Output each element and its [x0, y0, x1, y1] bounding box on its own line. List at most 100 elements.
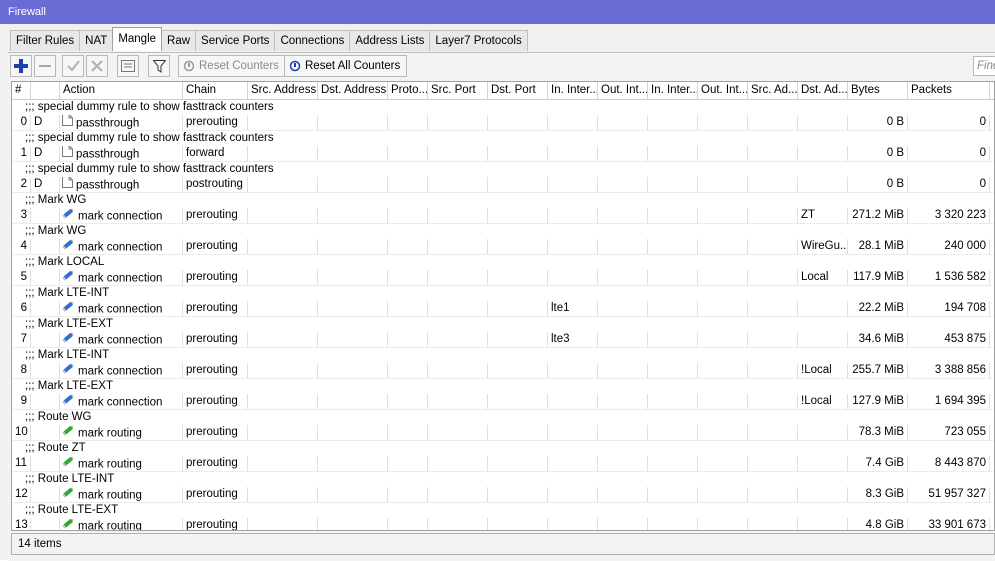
- cell-empty: [388, 301, 428, 316]
- cell-empty: [388, 518, 428, 530]
- cell-empty: [648, 146, 698, 161]
- cell-empty: [488, 363, 548, 378]
- col-header-src-address[interactable]: Src. Address: [248, 82, 318, 99]
- cell-in-interface: [548, 270, 598, 285]
- cell-empty: [698, 487, 748, 502]
- disable-button[interactable]: [86, 55, 108, 77]
- table-row[interactable]: 10 mark routing prerouting 78.3 MiB 723 055: [12, 425, 994, 441]
- remove-button[interactable]: [34, 55, 56, 77]
- cell-in-interface: [548, 425, 598, 440]
- rule-comment[interactable]: ;;; Route LTE-EXT: [12, 503, 994, 518]
- cell-empty: [318, 332, 388, 347]
- col-header-in-interface-list[interactable]: In. Inter...: [648, 82, 698, 99]
- cell-empty: [428, 487, 488, 502]
- col-header-src-address-list[interactable]: Src. Ad...: [748, 82, 798, 99]
- col-header-src-port[interactable]: Src. Port: [428, 82, 488, 99]
- table-row[interactable]: 3 mark connection prerouting ZT 271.2 MiB 3 3…: [12, 208, 994, 224]
- cell-bytes: 78.3 MiB: [848, 425, 908, 440]
- col-header-in-interface[interactable]: In. Inter...: [548, 82, 598, 99]
- add-button[interactable]: [10, 55, 32, 77]
- tab-mangle[interactable]: Mangle: [112, 27, 163, 51]
- cell-packets: 33 901 673: [908, 518, 990, 530]
- table-row[interactable]: 5 mark connection prerouting Local 117.9 MiB…: [12, 270, 994, 286]
- table-row[interactable]: 11 mark routing prerouting 7.4 GiB 8 443 870: [12, 456, 994, 472]
- cell-empty: [598, 363, 648, 378]
- filter-button[interactable]: [148, 55, 170, 77]
- cell-num: 3: [12, 208, 31, 223]
- cell-empty: [488, 425, 548, 440]
- tab-raw[interactable]: Raw: [161, 30, 197, 51]
- rule-comment[interactable]: ;;; special dummy rule to show fasttrack…: [12, 162, 994, 177]
- table-row[interactable]: 2 Dpassthrough postrouting 0 B0: [12, 177, 994, 193]
- cell-empty: [318, 425, 388, 440]
- rule-comment[interactable]: ;;; Mark WG: [12, 193, 994, 208]
- tab-nat[interactable]: NAT: [79, 30, 114, 51]
- cell-empty: [598, 332, 648, 347]
- col-header-chain[interactable]: Chain: [183, 82, 248, 99]
- col-header-dst-address[interactable]: Dst. Address: [318, 82, 388, 99]
- rule-comment[interactable]: ;;; Route ZT: [12, 441, 994, 456]
- table-row[interactable]: 7 mark connection prerouting lte3 34.6 MiB 45…: [12, 332, 994, 348]
- table-row[interactable]: 1 Dpassthrough forward 0 B0: [12, 146, 994, 162]
- cell-in-interface: [548, 177, 598, 192]
- tab-address-lists[interactable]: Address Lists: [349, 30, 431, 51]
- cell-empty: [388, 394, 428, 409]
- cell-empty: [698, 425, 748, 440]
- col-header-protocol[interactable]: Proto...: [388, 82, 428, 99]
- rule-comment[interactable]: ;;; Mark LTE-EXT: [12, 379, 994, 394]
- find-input[interactable]: Find: [973, 56, 995, 76]
- rule-comment[interactable]: ;;; Mark LOCAL: [12, 255, 994, 270]
- comment-button[interactable]: [117, 55, 139, 77]
- cell-empty: [488, 208, 548, 223]
- pencil-blue-icon: [62, 239, 75, 254]
- cell-empty: [748, 115, 798, 130]
- reset-all-counters-button[interactable]: Reset All Counters: [284, 55, 408, 77]
- table-row[interactable]: 12 mark routing prerouting 8.3 GiB 51 957 32…: [12, 487, 994, 503]
- cell-num: 8: [12, 363, 31, 378]
- rule-comment[interactable]: ;;; Route WG: [12, 410, 994, 425]
- col-header-bytes[interactable]: Bytes: [848, 82, 908, 99]
- cell-packets: 453 875: [908, 332, 990, 347]
- col-header-out-interface-list[interactable]: Out. Int...: [698, 82, 748, 99]
- cell-empty: [748, 425, 798, 440]
- col-header-action[interactable]: Action: [60, 82, 183, 99]
- action-label: mark routing: [78, 520, 142, 531]
- rule-comment[interactable]: ;;; Mark LTE-EXT: [12, 317, 994, 332]
- cell-empty: [598, 456, 648, 471]
- rule-comment[interactable]: ;;; special dummy rule to show fasttrack…: [12, 100, 994, 115]
- col-header-flags[interactable]: [31, 82, 60, 99]
- rule-comment[interactable]: ;;; Mark LTE-INT: [12, 286, 994, 301]
- checkmark-icon: [66, 60, 80, 72]
- rule-comment[interactable]: ;;; special dummy rule to show fasttrack…: [12, 131, 994, 146]
- col-header-dst-port[interactable]: Dst. Port: [488, 82, 548, 99]
- col-header-out-interface[interactable]: Out. Int...: [598, 82, 648, 99]
- table-row[interactable]: 0 Dpassthrough prerouting 0 B0: [12, 115, 994, 131]
- cell-empty: [428, 332, 488, 347]
- tab-layer7-protocols[interactable]: Layer7 Protocols: [429, 30, 528, 51]
- enable-button[interactable]: [62, 55, 84, 77]
- table-row[interactable]: 13 mark routing prerouting 4.8 GiB 33 901 67…: [12, 518, 994, 531]
- cell-empty: [698, 239, 748, 254]
- table-row[interactable]: 9 mark connection prerouting !Local 127.9 Mi…: [12, 394, 994, 410]
- action-label: passthrough: [76, 148, 140, 161]
- cell-packets: 1 694 395: [908, 394, 990, 409]
- table-row[interactable]: 4 mark connection prerouting WireGu... 28.1 …: [12, 239, 994, 255]
- rule-comment[interactable]: ;;; Mark LTE-INT: [12, 348, 994, 363]
- col-header-dst-address-list[interactable]: Dst. Ad...: [798, 82, 848, 99]
- cell-empty: [598, 239, 648, 254]
- cell-empty: [488, 394, 548, 409]
- col-header-number[interactable]: #: [12, 82, 31, 99]
- cell-flag: [31, 239, 60, 254]
- tab-connections[interactable]: Connections: [274, 30, 351, 51]
- cell-empty: [488, 146, 548, 161]
- rule-comment[interactable]: ;;; Route LTE-INT: [12, 472, 994, 487]
- cell-empty: [488, 270, 548, 285]
- table-row[interactable]: 8 mark connection prerouting !Local 255.7 Mi…: [12, 363, 994, 379]
- tab-bar: Filter Rules NAT Mangle Raw Service Port…: [10, 27, 528, 51]
- tab-service-ports[interactable]: Service Ports: [195, 30, 276, 51]
- tab-filter-rules[interactable]: Filter Rules: [10, 30, 81, 51]
- col-header-packets[interactable]: Packets: [908, 82, 990, 99]
- table-row[interactable]: 6 mark connection prerouting lte1 22.2 MiB 19…: [12, 301, 994, 317]
- reset-counters-button[interactable]: Reset Counters: [178, 55, 286, 77]
- rule-comment[interactable]: ;;; Mark WG: [12, 224, 994, 239]
